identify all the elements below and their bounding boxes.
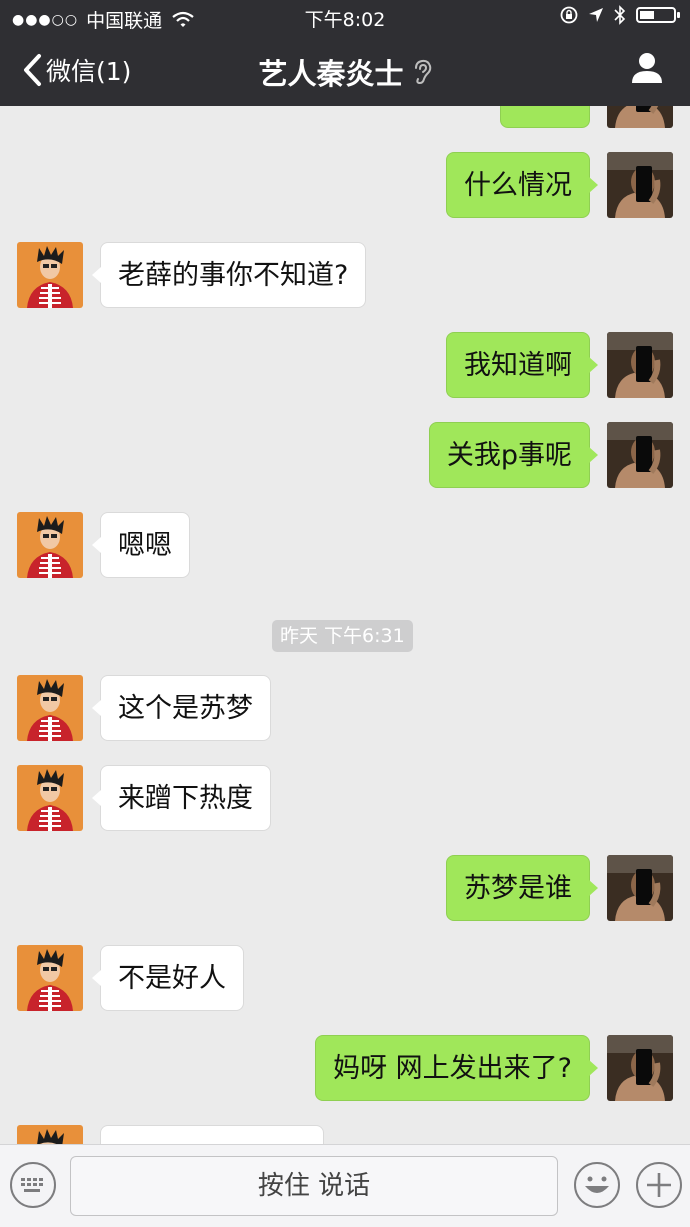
avatar-self[interactable] — [607, 855, 673, 921]
plus-icon — [647, 1173, 671, 1197]
avatar-self[interactable] — [607, 152, 673, 218]
avatar-contact[interactable] — [17, 512, 83, 578]
message-row: 老薛的事你不知道? — [0, 240, 690, 310]
message-bubble-outgoing[interactable]: 关我p事呢 — [428, 422, 599, 488]
chat-title: 艺人秦炎士 — [258, 57, 404, 91]
message-row: 妈呀 网上发出来了? — [0, 1033, 690, 1103]
battery-icon — [636, 7, 680, 23]
keyboard-toggle-button[interactable] — [10, 1162, 56, 1208]
message-row — [0, 106, 690, 130]
message-row: 这个是苏梦 — [0, 673, 690, 743]
message-bubble-incoming[interactable]: 这个是苏梦 — [92, 675, 271, 741]
message-bubble-incoming[interactable]: 不是好人 — [92, 945, 244, 1011]
ear-icon — [414, 59, 431, 85]
message-row: 苏梦是谁 — [0, 853, 690, 923]
message-row: 来蹭下热度 — [0, 763, 690, 833]
message-row — [0, 1123, 690, 1144]
avatar-self[interactable] — [607, 422, 673, 488]
hold-to-talk-button[interactable]: 按住 说话 — [70, 1156, 558, 1216]
person-icon — [632, 53, 662, 83]
chat-info-button[interactable] — [632, 52, 662, 88]
bluetooth-icon — [614, 5, 626, 25]
message-bubble-incoming[interactable]: 老薛的事你不知道? — [91, 242, 367, 308]
avatar-self[interactable] — [607, 106, 673, 128]
avatar-self[interactable] — [607, 1035, 673, 1101]
message-bubble-incoming[interactable] — [100, 1125, 324, 1144]
message-bubble-incoming[interactable]: 嗯嗯 — [92, 512, 190, 578]
message-bubble-incoming[interactable]: 来蹭下热度 — [92, 765, 271, 831]
message-timestamp: 昨天 下午6:31 — [272, 620, 413, 652]
avatar-contact[interactable] — [17, 765, 83, 831]
keyboard-icon — [21, 1178, 43, 1192]
location-arrow-icon — [589, 8, 603, 22]
message-bubble-outgoing[interactable] — [500, 106, 590, 128]
smiley-icon — [585, 1176, 609, 1193]
more-actions-button[interactable] — [636, 1162, 682, 1208]
message-bubble-outgoing[interactable]: 什么情况 — [446, 152, 598, 218]
message-row: 什么情况 — [0, 150, 690, 220]
emoji-button[interactable] — [574, 1162, 620, 1208]
avatar-self[interactable] — [607, 332, 673, 398]
chat-area[interactable]: 什么情况 老薛的事你不知道? 我知道啊 关我p事呢 嗯嗯 昨天 下午6:31 这… — [0, 106, 690, 1144]
message-row: 嗯嗯 — [0, 510, 690, 580]
message-row: 我知道啊 — [0, 330, 690, 400]
nav-bar: 微信(1) 艺人秦炎士 — [0, 34, 690, 106]
status-bar: ●●●○○ 中国联通 下午8:02 — [0, 0, 690, 34]
message-row: 不是好人 — [0, 943, 690, 1013]
input-bar: 按住 说话 — [0, 1144, 690, 1227]
avatar-contact[interactable] — [17, 242, 83, 308]
avatar-contact[interactable] — [17, 945, 83, 1011]
message-bubble-outgoing[interactable]: 妈呀 网上发出来了? — [315, 1035, 598, 1101]
message-bubble-outgoing[interactable]: 苏梦是谁 — [446, 855, 598, 921]
avatar-contact[interactable] — [17, 675, 83, 741]
avatar-contact[interactable] — [17, 1125, 83, 1144]
message-bubble-outgoing[interactable]: 我知道啊 — [446, 332, 598, 398]
message-row: 关我p事呢 — [0, 420, 690, 490]
orientation-lock-icon — [560, 6, 578, 24]
